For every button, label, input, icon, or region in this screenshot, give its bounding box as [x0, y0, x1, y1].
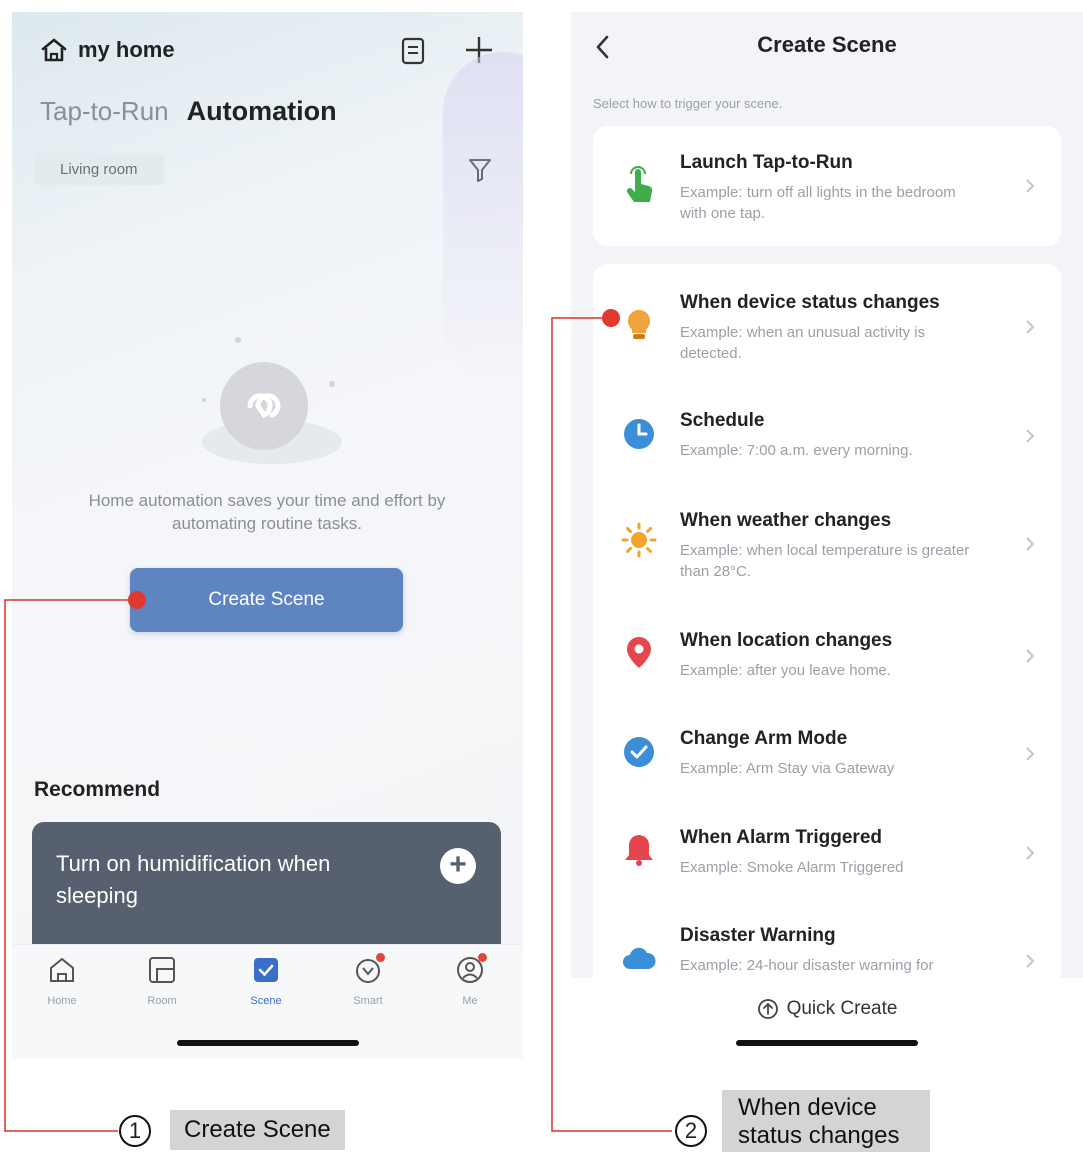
annotation-number-2: 2: [675, 1115, 707, 1147]
callout-lines: [4, 309, 672, 1132]
annotation-number-1: 1: [119, 1115, 151, 1147]
annotation-label-2: When device status changes: [722, 1090, 930, 1152]
annotation-label-1: Create Scene: [170, 1110, 345, 1150]
